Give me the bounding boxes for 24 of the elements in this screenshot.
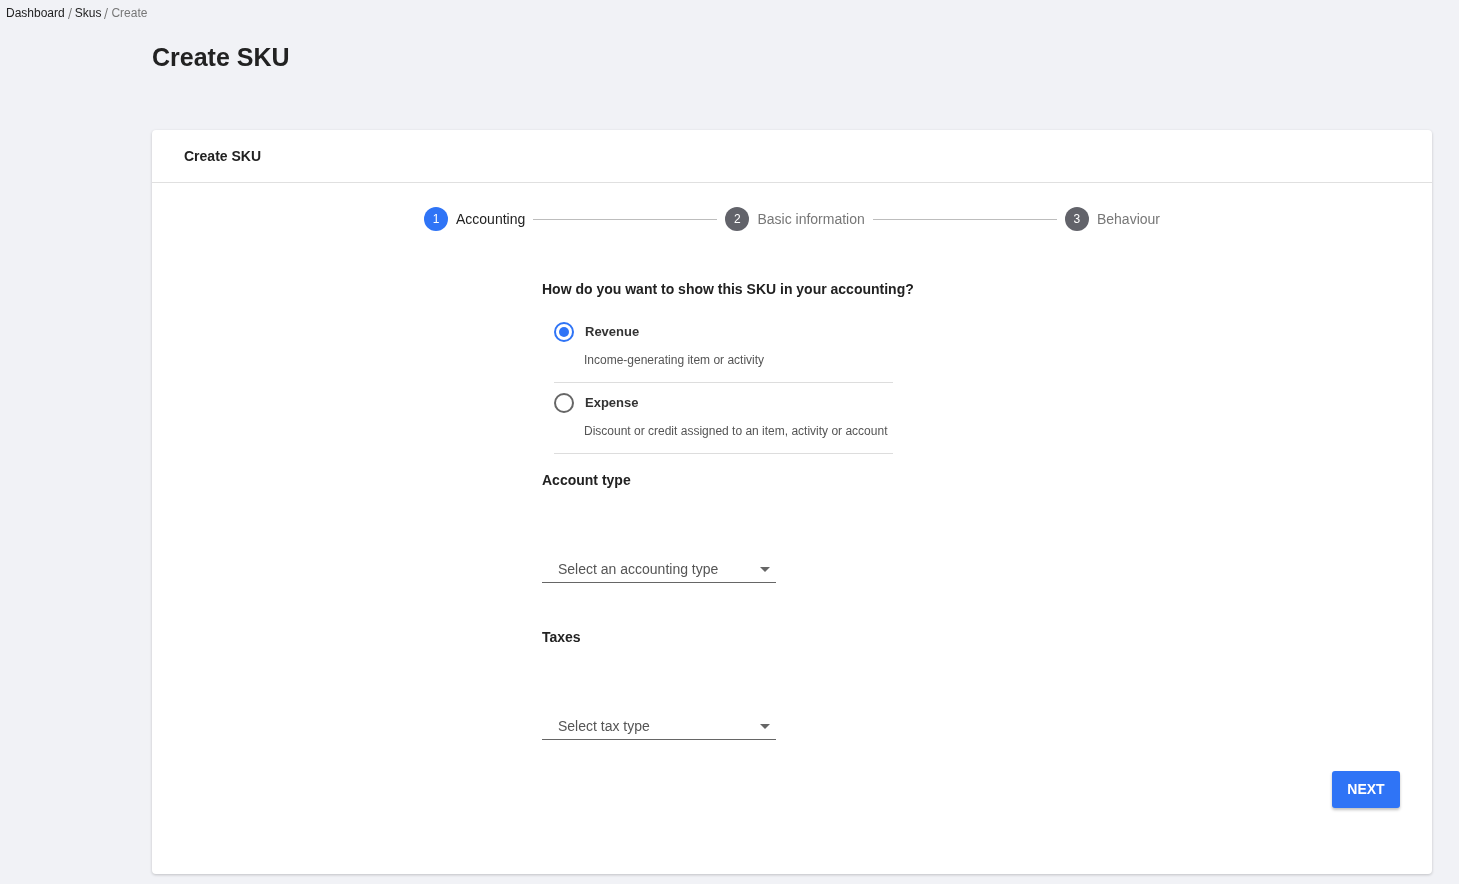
step[interactable]: 2 Basic information [725,207,865,231]
breadcrumb-link[interactable]: Skus [74,4,102,22]
question-text: How do you want to show this SKU in your accounting? [542,280,914,299]
breadcrumb-separator-icon [104,7,109,19]
radio-button[interactable] [554,322,574,342]
field-label: Taxes [542,628,581,647]
card-title: Create SKU [184,146,262,166]
radio-button[interactable] [554,393,574,413]
field-label: Account type [542,471,631,490]
dropdown-caret-icon [760,724,770,729]
step[interactable]: 3 Behaviour [1064,207,1160,231]
option-description: Income-generating item or activity [584,352,765,369]
option-label: Revenue [585,323,640,342]
next-button[interactable]: NEXT [1332,771,1400,808]
breadcrumb-link[interactable]: Dashboard [6,4,65,22]
select-field[interactable]: Select an accounting type [542,557,776,583]
dropdown-caret-icon [760,567,770,572]
step[interactable]: 1 Accounting [424,207,526,231]
breadcrumb-current: Create [111,5,148,22]
page-title: Create SKU [152,42,290,72]
option-description: Discount or credit assigned to an item, activity or account [584,423,888,440]
option-label: Expense [585,394,639,413]
breadcrumb-separator-icon [67,7,72,19]
select-field[interactable]: Select tax type [542,714,776,740]
